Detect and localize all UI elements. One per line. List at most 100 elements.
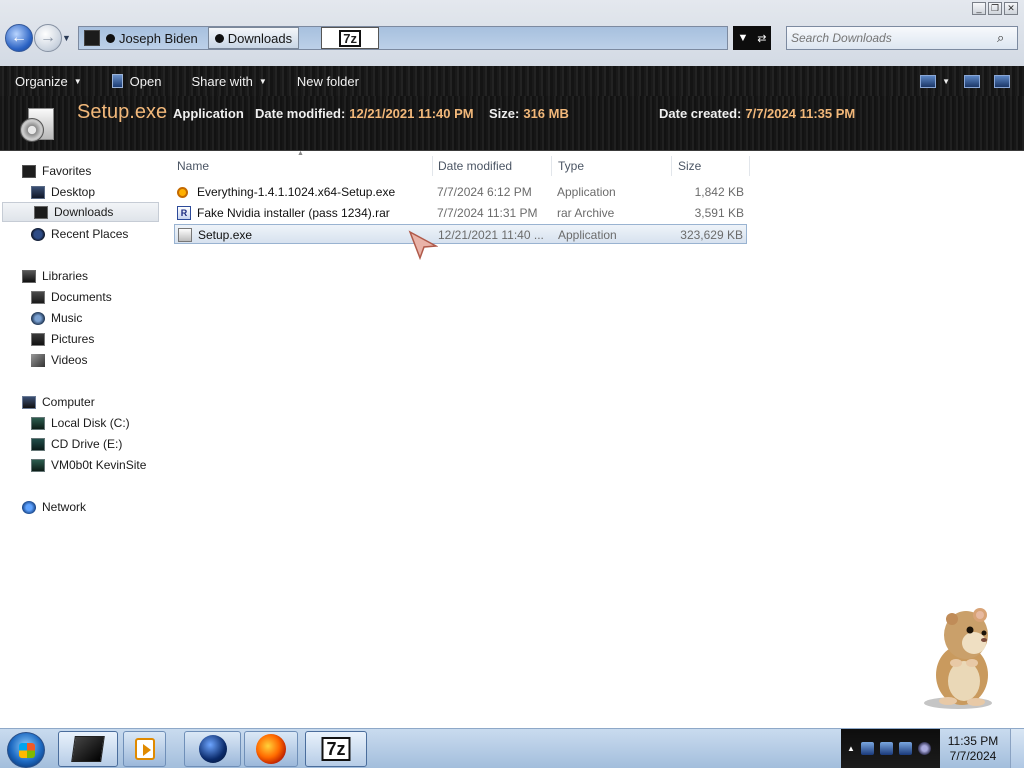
documents-icon [31, 290, 45, 304]
column-header-label: Date modified [438, 159, 513, 173]
system-tray: ▲ [841, 729, 940, 768]
tray-app-icon[interactable] [860, 742, 874, 755]
column-divider[interactable] [551, 156, 552, 176]
pictures-icon [31, 332, 45, 346]
column-header-size[interactable]: Size [678, 156, 748, 176]
clock-time: 11:35 PM [947, 734, 999, 748]
nav-label: Libraries [42, 269, 89, 283]
nav-recent-places[interactable]: Recent Places [0, 224, 157, 244]
minimize-button[interactable]: _ [972, 2, 986, 15]
nav-network[interactable]: Network [0, 497, 157, 517]
taskbar-7zip[interactable]: 7z [305, 731, 367, 767]
nav-pictures[interactable]: Pictures [0, 329, 157, 349]
action-center-icon[interactable] [879, 742, 893, 755]
column-header-type[interactable]: Type [558, 156, 670, 176]
firefox-icon [256, 734, 286, 764]
breadcrumb-downloads[interactable]: Downloads [207, 27, 300, 49]
file-type: Application [558, 228, 617, 242]
breadcrumb-user[interactable]: Joseph Biden [100, 27, 204, 49]
recent-places-icon [31, 227, 45, 241]
file-row[interactable]: R Fake Nvidia installer (pass 1234).rar … [174, 203, 747, 223]
forward-button[interactable]: → [34, 24, 62, 52]
hard-drive-icon [31, 416, 45, 430]
taskbar-media-player[interactable] [123, 731, 166, 767]
preview-pane-icon[interactable] [964, 74, 980, 88]
title-bar: _ ❐ ✕ ← → ▼ Joseph Biden Downloads 7z ▼ … [0, 0, 1024, 66]
rar-archive-icon: R [177, 206, 191, 220]
nav-desktop[interactable]: Desktop [0, 182, 157, 202]
navigation-pane: Favorites Desktop Downloads Recent Place… [0, 152, 170, 728]
column-divider[interactable] [749, 156, 750, 176]
details-date-modified: Date modified: 12/21/2021 11:40 PM [255, 106, 474, 121]
help-icon[interactable] [994, 74, 1010, 88]
open-label: Open [129, 73, 162, 89]
share-with-menu[interactable]: Share with ▼ [176, 66, 281, 96]
search-icon[interactable]: ⌕ [997, 30, 1004, 46]
network-drive-icon [31, 458, 45, 472]
address-dropdown-button[interactable]: ▼ [737, 32, 748, 44]
nav-label: Documents [51, 290, 112, 304]
refresh-icon[interactable]: ⇄ [757, 32, 766, 45]
column-divider[interactable] [432, 156, 433, 176]
search-input[interactable] [791, 31, 991, 45]
nav-documents[interactable]: Documents [0, 287, 157, 307]
chevron-down-icon[interactable]: ▼ [942, 77, 950, 86]
nav-favorites[interactable]: Favorites [0, 161, 157, 181]
taskbar-explorer[interactable] [58, 731, 118, 767]
volume-icon[interactable] [917, 742, 931, 755]
file-date: 7/7/2024 11:31 PM [437, 206, 538, 220]
cd-drive-icon [31, 437, 45, 451]
column-header-name[interactable]: Name [177, 156, 432, 176]
file-row[interactable]: Everything-1.4.1.1024.x64-Setup.exe 7/7/… [174, 182, 747, 202]
new-folder-label: New folder [296, 73, 359, 89]
window-controls: _ ❐ ✕ [972, 2, 1018, 15]
column-header-date-modified[interactable]: Date modified [438, 156, 550, 176]
nav-network-drive[interactable]: VM0b0t KevinSite [0, 455, 157, 475]
view-controls: ▼ [920, 66, 1010, 96]
network-status-icon[interactable] [898, 742, 912, 755]
nav-label: Downloads [54, 205, 114, 219]
file-name-cell: Setup.exe [178, 225, 252, 245]
show-desktop-button[interactable] [1010, 729, 1024, 768]
7zip-icon: 7z [321, 737, 351, 761]
recent-pages-dropdown[interactable]: ▼ [62, 33, 71, 43]
nav-local-disk[interactable]: Local Disk (C:) [0, 413, 157, 433]
arrow-left-icon: ← [11, 29, 27, 46]
close-button[interactable]: ✕ [1004, 2, 1018, 15]
nav-music[interactable]: Music [0, 308, 157, 328]
column-header-label: Size [678, 159, 702, 173]
show-hidden-icons-icon[interactable]: ▲ [847, 744, 855, 753]
search-box[interactable]: ⌕ [786, 26, 1018, 50]
open-icon [111, 74, 123, 88]
share-with-label: Share with [191, 73, 253, 89]
address-bar[interactable]: Joseph Biden Downloads 7z [78, 26, 728, 50]
change-view-icon[interactable] [920, 74, 937, 88]
nav-libraries[interactable]: Libraries [0, 266, 157, 286]
back-button[interactable]: ← [5, 24, 33, 52]
nav-label: Local Disk (C:) [51, 416, 130, 430]
nav-videos[interactable]: Videos [0, 350, 157, 370]
start-button[interactable] [7, 732, 45, 768]
file-row-selected[interactable]: Setup.exe 12/21/2021 11:40 ... Applicati… [174, 224, 747, 244]
nav-label: Computer [42, 395, 95, 409]
nav-label: Desktop [51, 185, 96, 199]
nav-cd-drive[interactable]: CD Drive (E:) [0, 434, 157, 454]
desktop-icon [31, 185, 45, 199]
column-divider[interactable] [671, 156, 672, 176]
taskbar-browser[interactable] [184, 731, 241, 767]
nav-computer[interactable]: Computer [0, 392, 157, 412]
new-folder-button[interactable]: New folder [282, 66, 374, 96]
7zip-tab[interactable]: 7z [321, 27, 380, 49]
maximize-button[interactable]: ❐ [988, 2, 1002, 15]
command-bar: Organize ▼ Open Share with ▼ New folder … [0, 66, 1024, 96]
explorer-icon [71, 736, 105, 762]
organize-label: Organize [15, 73, 68, 89]
mouse-cursor-icon [408, 230, 438, 260]
open-button[interactable]: Open [97, 66, 177, 96]
setup-exe-icon [178, 228, 192, 242]
clock-date: 7/7/2024 [949, 749, 997, 763]
nav-downloads[interactable]: Downloads [2, 202, 159, 222]
organize-menu[interactable]: Organize ▼ [0, 66, 97, 96]
taskbar-firefox[interactable] [244, 731, 298, 767]
clock[interactable]: 11:35 PM 7/7/2024 [940, 729, 1006, 768]
